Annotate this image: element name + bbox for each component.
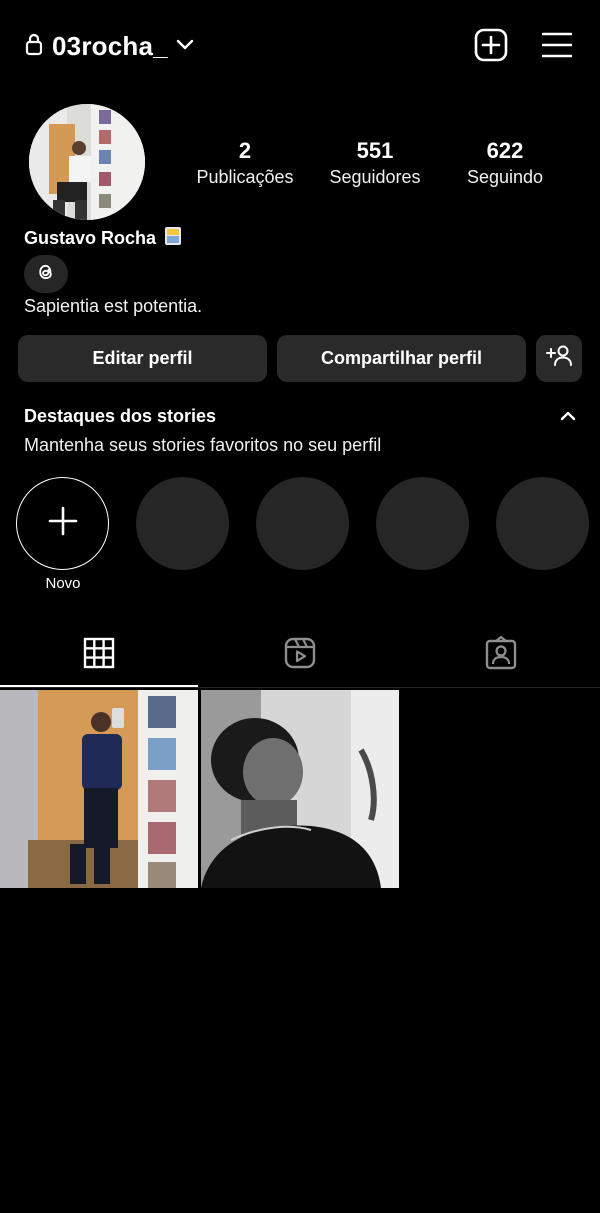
threads-badge[interactable] [24,255,68,293]
stat-followers[interactable]: 551 Seguidores [310,138,440,190]
edit-profile-button[interactable]: Editar perfil [18,335,267,382]
highlight-placeholder [256,477,349,570]
post-thumbnail[interactable] [201,690,399,888]
tab-tagged[interactable] [484,635,518,670]
stat-value: 622 [486,138,524,163]
new-highlight-button[interactable] [16,477,109,570]
chevron-up-icon[interactable] [560,406,576,431]
username: 03rocha_ [52,30,168,61]
profile-bio: Sapientia est potentia. [24,296,203,316]
tagged-icon [484,635,518,674]
menu-icon[interactable] [541,31,573,64]
lock-icon [24,32,44,61]
stat-following[interactable]: 622 Seguindo [440,138,570,190]
profile-name: Gustavo Rocha [24,228,157,248]
new-highlight-label: Novo [45,575,81,592]
post-thumbnail[interactable] [0,690,198,888]
tab-divider [0,687,600,688]
stat-value: 2 [238,138,252,163]
plus-icon [48,506,78,541]
new-post-icon[interactable] [474,28,508,67]
flag-emoji-icon [164,226,182,251]
stat-value: 551 [356,138,394,163]
threads-icon [36,262,56,287]
chevron-down-icon [176,37,194,56]
tab-posts[interactable] [82,636,116,670]
stat-label: Publicações [196,167,294,187]
stat-posts[interactable]: 2 Publicações [180,138,310,190]
share-profile-button[interactable]: Compartilhar perfil [277,335,526,382]
profile-stats: 2 Publicações 551 Seguidores 622 Seguind… [180,138,570,190]
highlight-placeholder [376,477,469,570]
stat-label: Seguidores [329,167,421,187]
account-switcher[interactable]: 03rocha_ [24,28,194,64]
add-person-icon [545,344,573,373]
discover-people-button[interactable] [536,335,582,382]
reels-icon [283,637,317,674]
highlight-placeholder [136,477,229,570]
active-tab-indicator [0,685,198,687]
highlights-subtitle: Mantenha seus stories favoritos no seu p… [24,435,382,455]
tab-reels[interactable] [283,636,317,670]
highlights-title: Destaques dos stories [24,406,217,426]
grid-icon [82,637,116,674]
avatar[interactable] [29,104,145,220]
highlight-placeholder [496,477,589,570]
profile-name-row: Gustavo Rocha [24,226,182,251]
stat-label: Seguindo [466,167,544,187]
